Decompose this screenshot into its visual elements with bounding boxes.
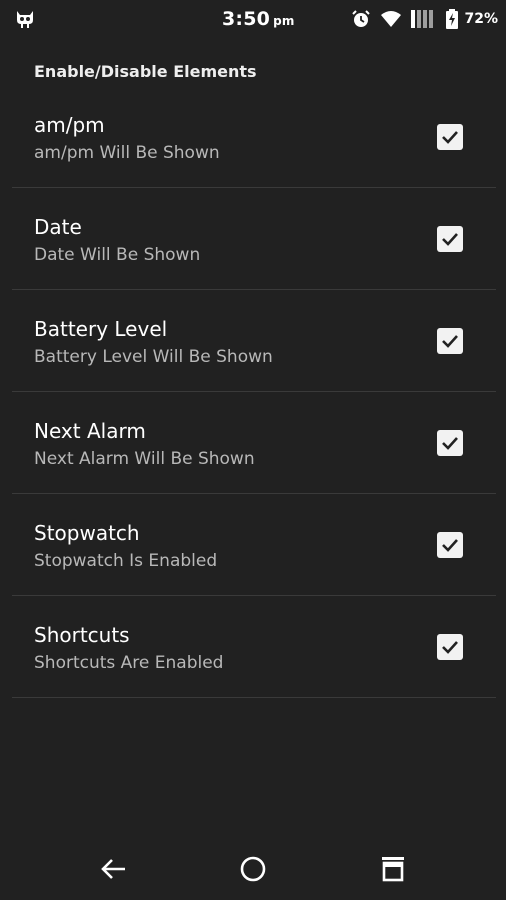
status-clock: 3:50 pm — [222, 8, 295, 30]
status-bar: 3:50 pm 72% — [0, 0, 506, 38]
checkmark-icon — [442, 437, 458, 450]
setting-summary: Battery Level Will Be Shown — [34, 347, 273, 367]
checkmark-icon — [442, 641, 458, 654]
setting-row-next-alarm[interactable]: Next Alarm Next Alarm Will Be Shown — [12, 392, 496, 494]
setting-row-shortcuts[interactable]: Shortcuts Shortcuts Are Enabled — [12, 596, 496, 698]
setting-summary: Shortcuts Are Enabled — [34, 653, 224, 673]
stopwatch-checkbox[interactable] — [437, 532, 463, 558]
shortcuts-checkbox[interactable] — [437, 634, 463, 660]
clock-ampm: pm — [273, 14, 295, 28]
setting-title: Next Alarm — [34, 419, 146, 443]
setting-summary: am/pm Will Be Shown — [34, 143, 220, 163]
checkmark-icon — [442, 539, 458, 552]
setting-summary: Stopwatch Is Enabled — [34, 551, 218, 571]
status-icons: 72% — [342, 7, 498, 31]
checkmark-icon — [442, 335, 458, 348]
next-alarm-checkbox[interactable] — [437, 430, 463, 456]
home-icon[interactable] — [236, 852, 270, 886]
settings-list: am/pm am/pm Will Be Shown Date Date Will… — [12, 86, 496, 698]
setting-title: am/pm — [34, 113, 105, 137]
setting-row-date[interactable]: Date Date Will Be Shown — [12, 188, 496, 290]
setting-summary: Next Alarm Will Be Shown — [34, 449, 255, 469]
setting-title: Date — [34, 215, 82, 239]
setting-row-stopwatch[interactable]: Stopwatch Stopwatch Is Enabled — [12, 494, 496, 596]
settings-screen: 3:50 pm 72% Enable/Disable Elements am/p… — [0, 0, 506, 900]
battery-level-checkbox[interactable] — [437, 328, 463, 354]
setting-title: Battery Level — [34, 317, 168, 341]
section-header: Enable/Disable Elements — [34, 62, 257, 81]
app-notification-icon — [14, 9, 36, 29]
setting-summary: Date Will Be Shown — [34, 245, 201, 265]
battery-icon — [446, 9, 459, 29]
battery-percent: 72% — [464, 11, 498, 27]
setting-title: Stopwatch — [34, 521, 140, 545]
ampm-checkbox[interactable] — [437, 124, 463, 150]
wifi-icon — [380, 10, 402, 28]
back-icon[interactable] — [96, 852, 130, 886]
signal-icon — [411, 9, 437, 29]
clock-time: 3:50 — [222, 8, 271, 30]
checkmark-icon — [442, 233, 458, 246]
navigation-bar — [0, 838, 506, 900]
date-checkbox[interactable] — [437, 226, 463, 252]
setting-title: Shortcuts — [34, 623, 130, 647]
setting-row-ampm[interactable]: am/pm am/pm Will Be Shown — [12, 86, 496, 188]
recents-icon[interactable] — [376, 852, 410, 886]
setting-row-battery-level[interactable]: Battery Level Battery Level Will Be Show… — [12, 290, 496, 392]
alarm-icon — [351, 9, 371, 29]
checkmark-icon — [442, 131, 458, 144]
